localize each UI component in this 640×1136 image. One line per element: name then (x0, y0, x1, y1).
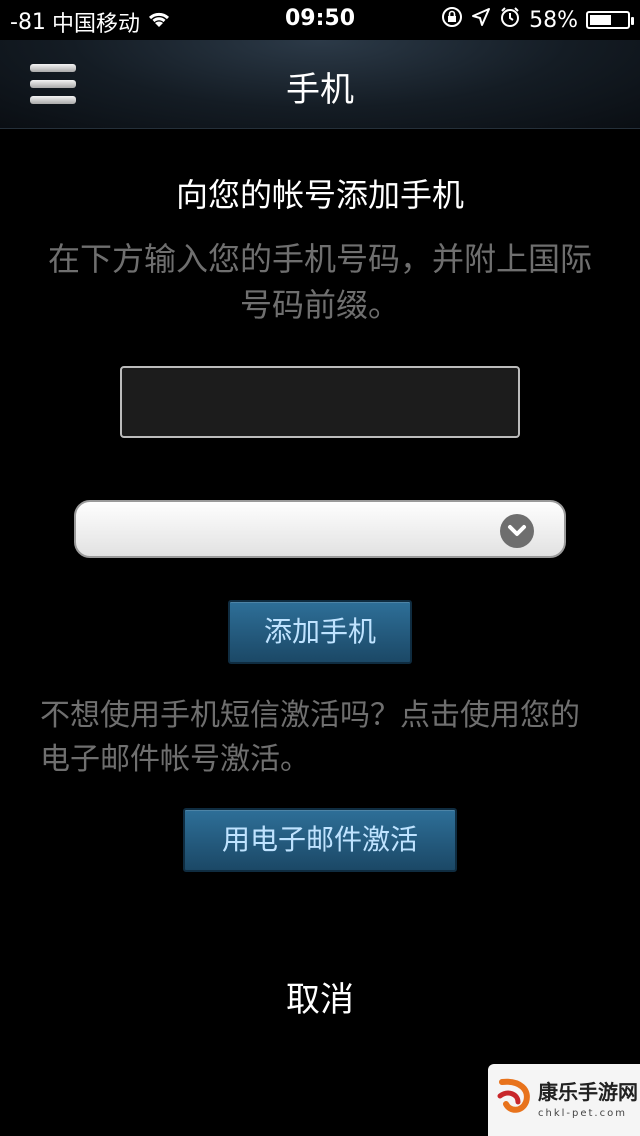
section-heading: 向您的帐号添加手机 (175, 176, 464, 214)
page-title: 手机 (286, 70, 354, 110)
battery-percent: 58% (529, 7, 578, 33)
instruction-text: 在下方输入您的手机号码，并附上国际号码前缀。 (47, 240, 592, 324)
location-icon (471, 7, 491, 33)
cancel-button[interactable]: 取消 (0, 972, 640, 1021)
add-phone-button[interactable]: 添加手机 (228, 600, 412, 664)
watermark-name: 康乐手游网 (538, 1080, 638, 1104)
status-right: 58% (441, 6, 634, 34)
email-activation-hint: 不想使用手机短信激活吗？点击使用您的电子邮件帐号激活。 (40, 698, 580, 777)
status-bar: -81 中国移动 09:50 58% (0, 0, 640, 40)
chevron-down-icon (500, 514, 534, 548)
country-code-select[interactable] (74, 500, 566, 558)
watermark-url: chkl-pet.com (538, 1108, 627, 1119)
watermark-logo-icon (496, 1076, 534, 1124)
battery-icon (586, 11, 634, 29)
nav-bar: 手机 (0, 40, 640, 129)
watermark: 康乐手游网 chkl-pet.com (488, 1064, 640, 1136)
rotation-lock-icon (441, 6, 463, 34)
alarm-icon (499, 6, 521, 34)
battery-fill (590, 15, 611, 25)
email-activate-button[interactable]: 用电子邮件激活 (183, 808, 457, 872)
phone-number-input[interactable] (120, 366, 520, 438)
